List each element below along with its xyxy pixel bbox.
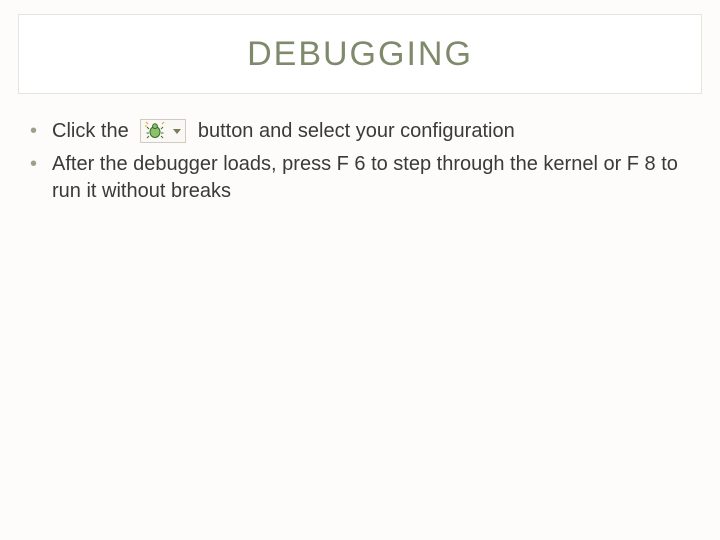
slide-title: DEBUGGING <box>247 35 473 74</box>
bullet-text: After the debugger loads, press F 6 to s… <box>52 153 678 202</box>
bullet-text-post: button and select your configuration <box>198 120 515 142</box>
list-item: After the debugger loads, press F 6 to s… <box>30 151 690 205</box>
slide-body: Click the <box>30 118 690 211</box>
title-band: DEBUGGING <box>18 14 702 94</box>
slide: DEBUGGING Click the <box>0 0 720 540</box>
bullet-list: Click the <box>30 118 690 205</box>
bullet-text-pre: Click the <box>52 120 129 142</box>
debug-icon <box>140 119 186 143</box>
list-item: Click the <box>30 118 690 145</box>
